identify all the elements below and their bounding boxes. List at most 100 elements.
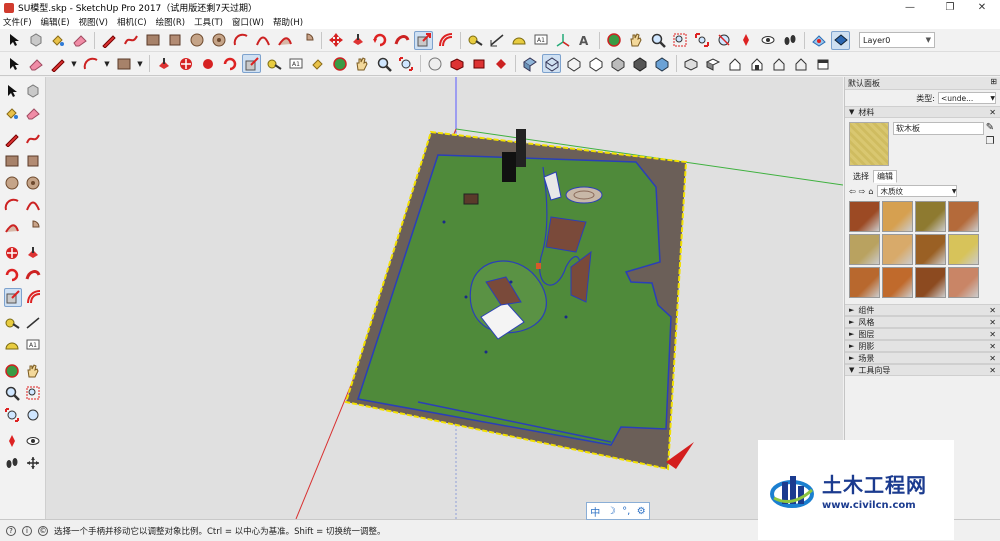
- menu-file[interactable]: 文件(F): [3, 16, 32, 28]
- sample-paint-icon[interactable]: ✎: [986, 122, 994, 133]
- pan-hand-icon[interactable]: [25, 362, 42, 381]
- arc-icon[interactable]: [231, 31, 250, 50]
- close-icon[interactable]: ✕: [989, 108, 996, 117]
- push-pull-icon[interactable]: [348, 31, 367, 50]
- move-icon[interactable]: [176, 54, 195, 73]
- display-section-icon[interactable]: [831, 30, 850, 50]
- material-swatch[interactable]: [849, 267, 880, 298]
- eraser-icon[interactable]: [25, 104, 42, 123]
- view-front-icon[interactable]: [725, 54, 744, 73]
- pie-icon[interactable]: [25, 218, 42, 237]
- pie-icon[interactable]: [297, 31, 316, 50]
- 3d-viewport[interactable]: [46, 77, 843, 519]
- style-xray-icon[interactable]: [520, 54, 539, 73]
- material-swatch[interactable]: [915, 234, 946, 265]
- section-plane-icon[interactable]: [25, 454, 42, 473]
- half-width-moon-icon[interactable]: ☽: [607, 506, 616, 517]
- rotate-icon[interactable]: [220, 54, 239, 73]
- menu-camera[interactable]: 相机(C): [117, 16, 147, 28]
- rotated-rectangle-icon[interactable]: [165, 31, 184, 50]
- walk-icon[interactable]: [4, 454, 21, 473]
- section-layers[interactable]: ► 图层 ✕: [845, 328, 1000, 340]
- circle-icon[interactable]: [187, 31, 206, 50]
- style-hidden-line-icon[interactable]: [586, 54, 605, 73]
- section-components[interactable]: ► 组件 ✕: [845, 304, 1000, 316]
- rectangle-icon[interactable]: [143, 31, 162, 50]
- close-icon[interactable]: ✕: [989, 354, 996, 363]
- freehand-icon[interactable]: [121, 31, 140, 50]
- send-to-layout-icon[interactable]: [491, 54, 510, 73]
- close-button[interactable]: ✕: [964, 0, 1000, 15]
- arc-2pt-icon[interactable]: [25, 196, 42, 215]
- previous-view-icon[interactable]: [714, 31, 733, 50]
- axes-icon[interactable]: [553, 31, 572, 50]
- building-tower-2[interactable]: [502, 152, 516, 182]
- back-arrow-icon[interactable]: ⇦: [849, 187, 856, 196]
- scale-icon[interactable]: [4, 287, 22, 307]
- pan-hand-icon[interactable]: [626, 31, 645, 50]
- offset-icon[interactable]: [436, 31, 455, 50]
- menu-window[interactable]: 窗口(W): [232, 16, 264, 28]
- tape-measure-icon[interactable]: [465, 31, 484, 50]
- extension-warehouse-icon[interactable]: [469, 54, 488, 73]
- dimension-icon[interactable]: [25, 314, 42, 333]
- menu-draw[interactable]: 绘图(R): [156, 16, 186, 28]
- zoom-icon[interactable]: [4, 384, 21, 403]
- style-monochrome-icon[interactable]: [652, 54, 671, 73]
- 3d-text-icon[interactable]: A: [575, 31, 594, 50]
- arc-3pt-icon[interactable]: [4, 218, 21, 237]
- push-pull-icon[interactable]: [25, 244, 42, 263]
- rotated-rectangle-icon[interactable]: [25, 152, 42, 171]
- polygon-icon[interactable]: [25, 174, 42, 193]
- tab-select[interactable]: 选择: [849, 170, 873, 183]
- style-shaded-icon[interactable]: [608, 54, 627, 73]
- move-icon[interactable]: [4, 244, 21, 263]
- materials-section-header[interactable]: ▼ 材料 ✕: [845, 106, 1000, 118]
- material-swatch[interactable]: [948, 267, 979, 298]
- position-camera-icon[interactable]: [736, 31, 755, 50]
- scale-icon[interactable]: [414, 30, 433, 50]
- material-name-field[interactable]: 软木板: [893, 122, 984, 135]
- arc-icon[interactable]: [81, 54, 100, 73]
- orbit-icon[interactable]: [604, 31, 623, 50]
- material-preview-swatch[interactable]: [849, 122, 889, 166]
- paint-bucket-icon[interactable]: [4, 104, 21, 123]
- zoom-window-icon[interactable]: [25, 384, 42, 403]
- pencil-line-icon[interactable]: [4, 130, 21, 149]
- zoom-icon[interactable]: [648, 31, 667, 50]
- rotate-icon[interactable]: [370, 31, 389, 50]
- zoom-extents-icon[interactable]: [4, 406, 21, 425]
- geo-location-icon[interactable]: i: [22, 525, 32, 536]
- tape-measure-icon[interactable]: [4, 314, 21, 333]
- offset-icon[interactable]: [26, 288, 42, 307]
- material-swatch[interactable]: [948, 201, 979, 232]
- chevron-down-icon[interactable]: ▼: [136, 54, 144, 73]
- freehand-icon[interactable]: [25, 130, 42, 149]
- paint-bucket-icon[interactable]: [308, 54, 327, 73]
- create-material-icon[interactable]: ❐: [986, 136, 995, 147]
- text-icon[interactable]: A1: [531, 31, 550, 50]
- view-top-icon[interactable]: [703, 54, 722, 73]
- material-swatch[interactable]: [915, 267, 946, 298]
- material-swatch[interactable]: [915, 201, 946, 232]
- material-swatch[interactable]: [882, 201, 913, 232]
- pencil-line-icon[interactable]: [99, 31, 118, 50]
- punctuation-toggle[interactable]: °,: [622, 506, 630, 517]
- look-around-icon[interactable]: [758, 31, 777, 50]
- menu-help[interactable]: 帮助(H): [273, 16, 303, 28]
- components-3d-icon[interactable]: [447, 54, 466, 73]
- eraser-icon[interactable]: [26, 54, 45, 73]
- menu-tools[interactable]: 工具(T): [194, 16, 223, 28]
- select-arrow-icon[interactable]: [4, 31, 23, 50]
- site-model[interactable]: [344, 129, 694, 471]
- layer-select[interactable]: Layer0 ▼: [859, 32, 935, 48]
- select-arrow-icon[interactable]: [4, 82, 21, 101]
- push-pull-icon[interactable]: [154, 54, 173, 73]
- select-arrow-icon[interactable]: [4, 54, 23, 73]
- pencil-line-icon[interactable]: [48, 54, 67, 73]
- make-component-icon[interactable]: [26, 31, 45, 50]
- rectangle-icon[interactable]: [4, 152, 21, 171]
- text-icon[interactable]: A1: [286, 54, 305, 73]
- dimension-icon[interactable]: [487, 31, 506, 50]
- tape-measure-icon[interactable]: [264, 54, 283, 73]
